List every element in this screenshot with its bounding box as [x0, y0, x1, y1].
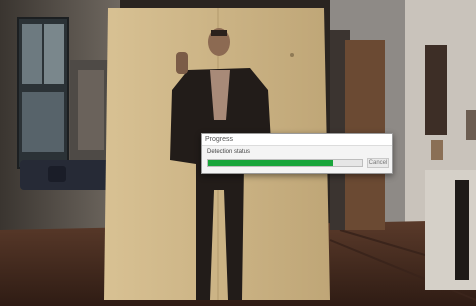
progress-bar-fill — [208, 160, 333, 166]
cancel-button[interactable]: Cancel — [367, 158, 389, 168]
status-label: Detection status — [207, 149, 251, 155]
progress-dialog: Progress Detection status Cancel — [201, 133, 393, 174]
camera-view: Progress Detection status Cancel — [0, 0, 476, 306]
progress-bar — [207, 159, 363, 167]
dialog-titlebar: Progress — [202, 134, 392, 146]
dialog-title: Progress — [205, 136, 234, 143]
